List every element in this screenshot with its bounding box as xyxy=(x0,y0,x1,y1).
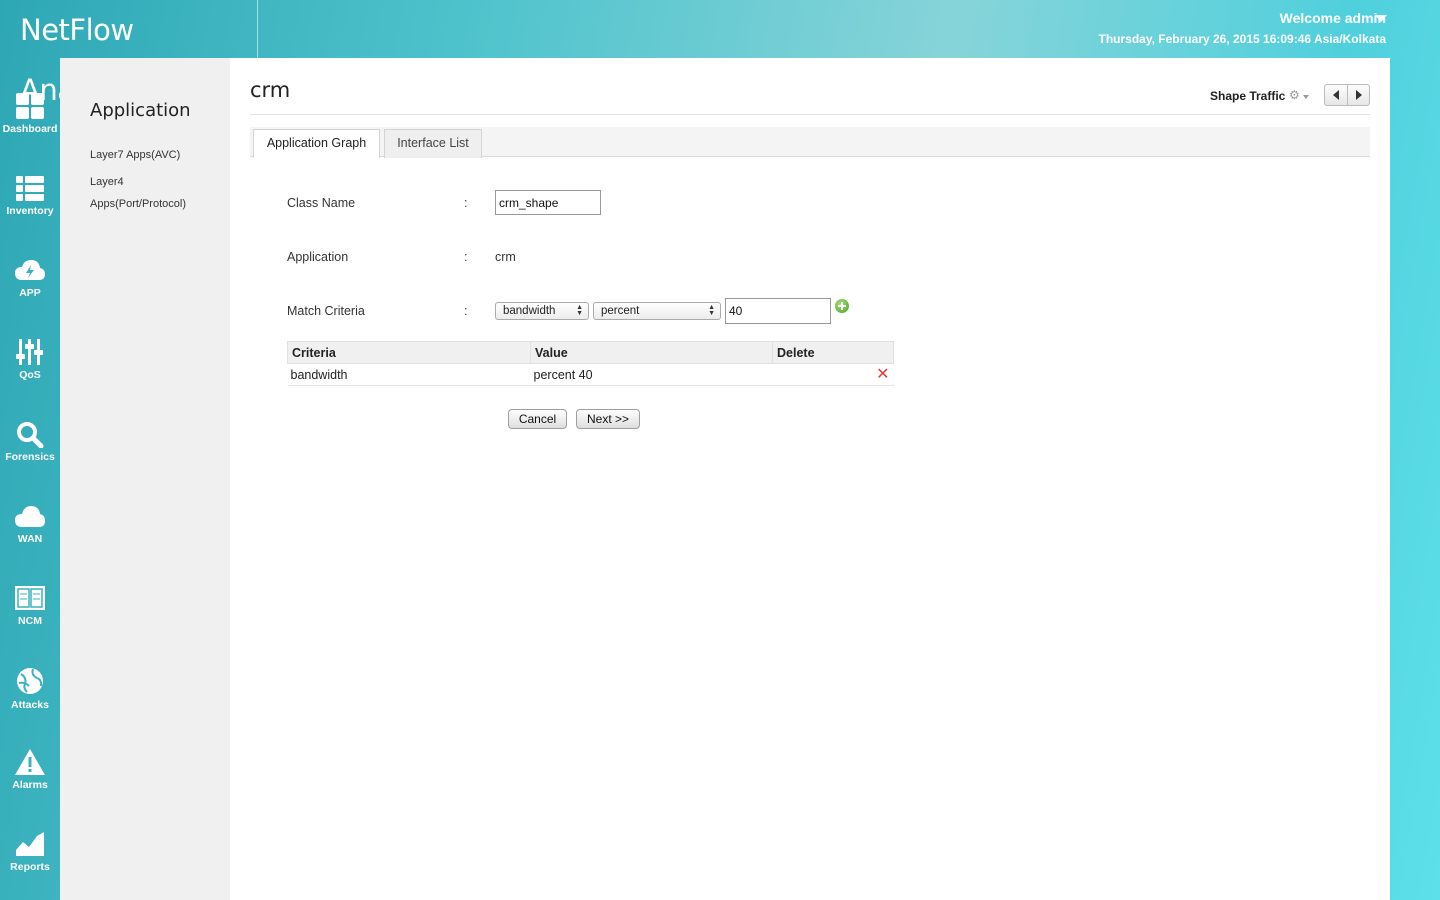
nav-item-dashboard[interactable]: Dashboard xyxy=(0,92,60,162)
app-cloud-icon xyxy=(15,260,45,280)
add-criteria-icon[interactable] xyxy=(835,299,849,313)
divider xyxy=(250,114,1370,115)
subnav-link-layer7[interactable]: Layer7 Apps(AVC) xyxy=(90,144,220,166)
colon: : xyxy=(464,250,468,264)
match-criteria-label: Match Criteria xyxy=(287,304,365,318)
column-header-delete: Delete xyxy=(772,341,894,364)
previous-button[interactable] xyxy=(1325,85,1347,105)
unit-select-value: percent xyxy=(601,305,640,317)
nav-label: Reports xyxy=(10,861,50,873)
table-header-row: Criteria Value Delete xyxy=(287,341,894,364)
tab-interface-list[interactable]: Interface List xyxy=(384,129,482,158)
pager xyxy=(1324,84,1370,106)
inventory-icon xyxy=(16,176,44,201)
shape-traffic-menu[interactable]: Shape Traffic xyxy=(1210,89,1285,103)
app-title[interactable]: NetFlow Analyzer xyxy=(0,0,258,107)
nav-label: Alarms xyxy=(12,779,48,791)
class-name-input[interactable] xyxy=(495,190,601,215)
nav-item-reports[interactable]: Reports xyxy=(0,830,60,900)
search-icon xyxy=(17,422,44,448)
delete-icon[interactable]: ✕ xyxy=(876,366,889,384)
nav-item-attacks[interactable]: Attacks xyxy=(0,666,60,736)
current-datetime: Thursday, February 26, 2015 16:09:46 Asi… xyxy=(1098,32,1386,46)
table-row: bandwidth percent 40 ✕ xyxy=(287,363,894,386)
colon: : xyxy=(464,196,468,210)
cancel-button[interactable]: Cancel xyxy=(508,409,567,429)
nav-item-qos[interactable]: QoS xyxy=(0,338,60,408)
ncm-icon xyxy=(15,586,45,610)
delete-cell: ✕ xyxy=(772,363,894,386)
colon: : xyxy=(464,304,468,318)
nav-label: NCM xyxy=(18,615,42,627)
nav-label: Attacks xyxy=(11,699,49,711)
tab-application-graph[interactable]: Application Graph xyxy=(253,129,380,158)
caret-down-icon[interactable] xyxy=(1303,95,1309,99)
nav-item-forensics[interactable]: Forensics xyxy=(0,420,60,490)
class-name-label: Class Name xyxy=(287,196,356,210)
nav-label: Inventory xyxy=(6,205,54,217)
reports-chart-icon xyxy=(16,832,44,856)
gear-icon[interactable]: ⚙ xyxy=(1289,88,1300,102)
chevron-down-icon[interactable] xyxy=(1375,15,1387,22)
unit-select[interactable]: percent ▲ ▼ xyxy=(593,302,721,320)
qos-sliders-icon xyxy=(16,339,43,365)
cloud-icon xyxy=(15,506,45,527)
criteria-select-value: bandwidth xyxy=(503,305,556,317)
subnav-title: Application xyxy=(90,100,191,121)
warning-icon xyxy=(15,749,45,775)
nav-label: Dashboard xyxy=(2,123,58,135)
criteria-select[interactable]: bandwidth ▲ ▼ xyxy=(495,302,589,320)
main-nav: Dashboard Inventory APP QoS Forensics WA… xyxy=(0,58,60,900)
attacks-globe-icon xyxy=(17,668,43,694)
application-subnav: Application Layer7 Apps(AVC) Layer4 Apps… xyxy=(60,58,230,900)
criteria-cell: bandwidth xyxy=(287,363,531,386)
application-label: Application xyxy=(287,250,349,264)
welcome-user-menu[interactable]: Welcome admin xyxy=(1280,10,1386,26)
select-arrows-icon: ▲ ▼ xyxy=(576,304,583,317)
top-header: NetFlow Analyzer Welcome admin Thursday,… xyxy=(0,0,1440,107)
dashboard-icon xyxy=(16,93,44,119)
next-page-button[interactable] xyxy=(1347,85,1369,105)
nav-item-app[interactable]: APP xyxy=(0,256,60,326)
main-content: crm Shape Traffic ⚙ Application Graph In… xyxy=(230,58,1390,900)
next-button[interactable]: Next >> xyxy=(576,409,640,429)
column-header-criteria: Criteria xyxy=(287,341,531,364)
nav-label: Forensics xyxy=(5,451,55,463)
arrow-right-icon xyxy=(1356,90,1362,100)
arrow-left-icon xyxy=(1333,90,1339,100)
column-header-value: Value xyxy=(530,341,773,364)
criteria-table: Criteria Value Delete bandwidth percent … xyxy=(287,341,894,386)
nav-item-wan[interactable]: WAN xyxy=(0,502,60,572)
criteria-value-input[interactable] xyxy=(725,298,831,324)
nav-label: QoS xyxy=(19,369,41,381)
subnav-link-layer4[interactable]: Layer4 Apps(Port/Protocol) xyxy=(90,171,220,215)
nav-item-alarms[interactable]: Alarms xyxy=(0,748,60,818)
tab-bar: Application Graph Interface List xyxy=(250,127,1370,158)
nav-item-ncm[interactable]: NCM xyxy=(0,584,60,654)
select-arrows-icon: ▲ ▼ xyxy=(708,304,715,317)
application-value: crm xyxy=(495,250,516,264)
page-title: crm xyxy=(250,78,291,102)
nav-label: APP xyxy=(19,287,41,299)
nav-label: WAN xyxy=(17,533,43,545)
nav-item-inventory[interactable]: Inventory xyxy=(0,174,60,244)
value-cell: percent 40 xyxy=(530,363,773,386)
